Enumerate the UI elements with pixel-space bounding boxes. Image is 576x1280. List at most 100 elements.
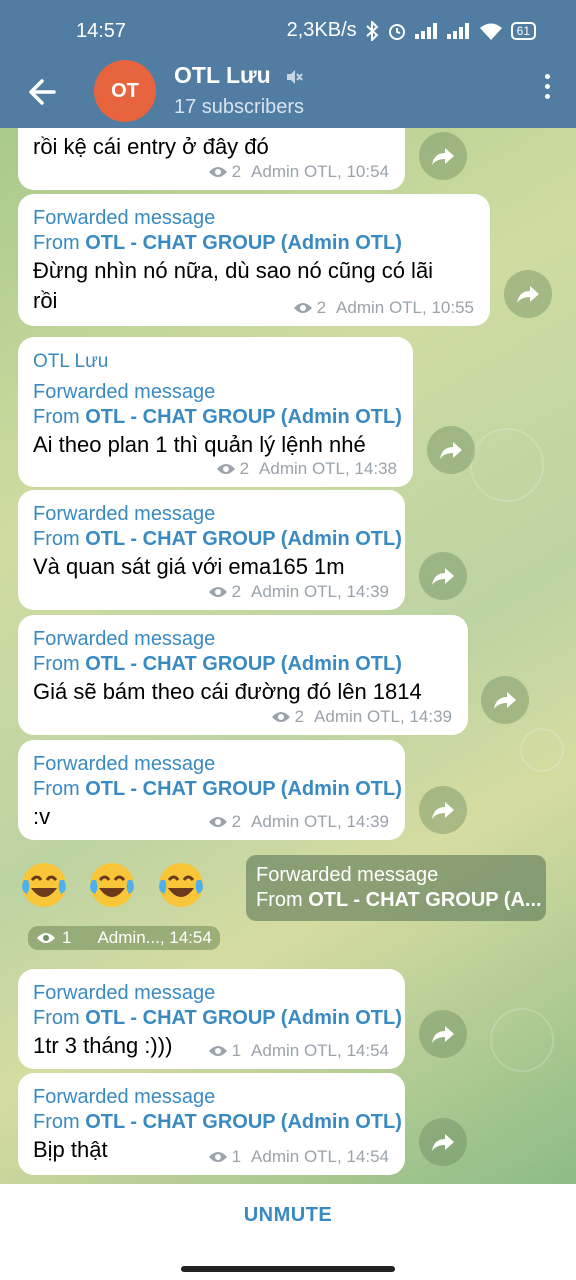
share-button[interactable] — [481, 676, 529, 724]
app-bar: OT OTL Lưu 17 subscribers — [0, 60, 576, 128]
face-with-tears-of-joy-emoji — [86, 858, 138, 910]
message-bubble[interactable]: Forwarded message From OTL - CHAT GROUP … — [18, 1073, 405, 1175]
forwarded-label: Forwarded message — [33, 982, 216, 1004]
author-time: Admin OTL, 14:38 — [259, 459, 397, 478]
message-text: Ai theo plan 1 thì quản lý lệnh nhé — [33, 432, 366, 457]
share-arrow-icon — [440, 442, 462, 459]
view-count: 2 — [231, 162, 242, 181]
share-arrow-icon — [432, 148, 454, 165]
eye-icon — [208, 817, 227, 827]
eye-icon — [293, 303, 312, 313]
forwarded-label: Forwarded message — [33, 207, 216, 229]
status-time: 14:57 — [76, 20, 127, 42]
forwarded-label: Forwarded message — [33, 628, 216, 650]
message-bubble[interactable]: OTL Lưu Forwarded message From OTL - CHA… — [18, 337, 413, 487]
alarm-icon — [388, 23, 405, 40]
face-with-tears-of-joy-emoji — [18, 858, 70, 910]
gesture-navigation-bar[interactable] — [181, 1266, 395, 1272]
share-arrow-icon — [494, 692, 516, 709]
forwarded-from[interactable]: From OTL - CHAT GROUP (Admin OTL) — [33, 1110, 402, 1135]
status-bar: 14:57 2,3KB/s 61 — [0, 0, 576, 60]
message-text: Và quan sát giá với ema165 1m — [33, 554, 345, 579]
share-button[interactable] — [427, 426, 475, 474]
forwarded-label: Forwarded message — [33, 1086, 216, 1108]
forwarded-from[interactable]: From OTL - CHAT GROUP (Admin OTL) — [33, 231, 475, 256]
message-bubble[interactable]: Forwarded message From OTL - CHAT GROUP … — [18, 615, 468, 735]
view-count: 1 — [231, 1041, 242, 1060]
subscriber-count: 17 subscribers — [174, 96, 305, 118]
share-button[interactable] — [419, 1118, 467, 1166]
status-icons: 2,3KB/s 61 — [287, 19, 536, 42]
forwarded-label: Forwarded message — [33, 753, 216, 775]
view-count: 2 — [231, 582, 242, 601]
forwarded-label: Forwarded message — [256, 864, 439, 886]
unmute-button[interactable]: UNMUTE — [0, 1204, 576, 1227]
share-button[interactable] — [419, 552, 467, 600]
view-count: 2 — [239, 459, 250, 478]
message-meta: 2 Admin OTL, 14:39 — [271, 707, 452, 727]
channel-avatar[interactable]: OT — [94, 60, 156, 122]
battery-icon: 61 — [510, 21, 536, 40]
wifi-icon — [479, 23, 502, 40]
speaker-muted-icon — [287, 69, 303, 84]
net-speed: 2,3KB/s — [286, 19, 357, 41]
share-arrow-icon — [432, 1026, 454, 1043]
message-meta: 1 Admin OTL, 14:54 — [208, 1041, 389, 1061]
view-count: 2 — [231, 812, 242, 831]
forwarded-from[interactable]: From OTL - CHAT GROUP (A... — [256, 888, 542, 913]
forwarded-header-pill[interactable]: Forwarded message From OTL - CHAT GROUP … — [246, 855, 546, 921]
forwarded-label: Forwarded message — [33, 503, 216, 525]
view-count: 1 — [231, 1147, 242, 1166]
sender-name[interactable]: OTL Lưu — [33, 349, 398, 374]
message-bubble[interactable]: Forwarded message From OTL - CHAT GROUP … — [18, 740, 405, 840]
channel-name: OTL Lưu — [174, 62, 271, 88]
back-arrow-icon[interactable] — [24, 72, 64, 112]
background-doodle — [520, 728, 564, 772]
view-count: 1 — [62, 928, 72, 947]
chat-history[interactable]: rồi kệ cái entry ở đây đó 2 Admin OTL, 1… — [0, 128, 576, 1184]
message-meta: 1 Admin..., 14:54 — [28, 926, 220, 950]
author-time: Admin OTL, 14:39 — [251, 582, 389, 601]
share-button[interactable] — [419, 1010, 467, 1058]
eye-icon — [208, 1152, 227, 1162]
forwarded-from[interactable]: From OTL - CHAT GROUP (Admin OTL) — [33, 777, 402, 802]
message-meta: 2 Admin OTL, 14:39 — [208, 812, 389, 832]
message-bubble[interactable]: Forwarded message From OTL - CHAT GROUP … — [18, 490, 405, 610]
share-arrow-icon — [432, 802, 454, 819]
eye-icon — [208, 587, 227, 597]
share-button[interactable] — [419, 132, 467, 180]
channel-title[interactable]: OTL Lưu — [174, 62, 303, 89]
message-bubble[interactable]: rồi kệ cái entry ở đây đó 2 Admin OTL, 1… — [18, 128, 405, 190]
author-time: Admin OTL, 14:39 — [251, 812, 389, 831]
forwarded-from[interactable]: From OTL - CHAT GROUP (Admin OTL) — [33, 1006, 402, 1031]
author-time: Admin..., 14:54 — [97, 928, 212, 947]
eye-icon — [208, 1046, 227, 1056]
message-bubble[interactable]: Forwarded message From OTL - CHAT GROUP … — [18, 194, 490, 326]
bluetooth-icon — [365, 20, 379, 41]
message-meta: 2 Admin OTL, 10:54 — [208, 162, 389, 182]
forwarded-from[interactable]: From OTL - CHAT GROUP (Admin OTL) — [33, 527, 402, 552]
forwarded-label: Forwarded message — [33, 381, 216, 403]
share-arrow-icon — [432, 568, 454, 585]
eye-icon — [37, 933, 55, 943]
message-meta: 2 Admin OTL, 14:39 — [208, 582, 389, 602]
emoji-message[interactable] — [18, 858, 219, 915]
background-doodle — [470, 428, 544, 502]
eye-icon — [216, 464, 235, 474]
author-time: Admin OTL, 10:54 — [251, 162, 389, 181]
share-button[interactable] — [504, 270, 552, 318]
view-count: 2 — [316, 298, 327, 317]
message-bubble[interactable]: Forwarded message From OTL - CHAT GROUP … — [18, 969, 405, 1069]
message-meta: 2 Admin OTL, 10:55 — [293, 298, 474, 318]
forwarded-from[interactable]: From OTL - CHAT GROUP (Admin OTL) — [33, 652, 453, 677]
author-time: Admin OTL, 14:54 — [251, 1147, 389, 1166]
author-time: Admin OTL, 14:54 — [251, 1041, 389, 1060]
eye-icon — [271, 712, 290, 722]
message-text-line-1: Đừng nhìn nó nữa, dù sao nó cũng có lãi — [33, 258, 434, 283]
message-text: rồi kệ cái entry ở đây đó — [33, 134, 269, 159]
forwarded-from[interactable]: From OTL - CHAT GROUP (Admin OTL) — [33, 405, 402, 430]
share-button[interactable] — [419, 786, 467, 834]
message-text: Giá sẽ bám theo cái đường đó lên 1814 — [33, 679, 422, 704]
eye-icon — [208, 167, 227, 177]
more-options-icon[interactable] — [542, 74, 552, 108]
